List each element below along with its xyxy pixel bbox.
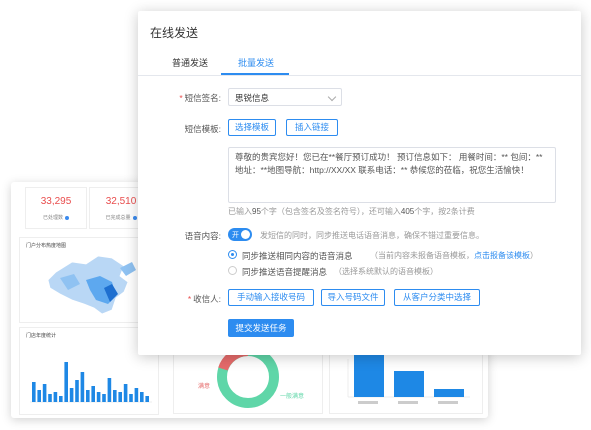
signature-select[interactable]: 思锐信息 xyxy=(228,88,342,106)
character-count: 已输入95个字（包含签名及签名符号），还可输入405个字，按2条计费 xyxy=(228,207,475,216)
bar xyxy=(32,382,36,402)
bar xyxy=(123,384,128,402)
voice-toggle[interactable]: 开 xyxy=(228,228,252,241)
bar xyxy=(37,390,41,402)
bar xyxy=(75,380,79,402)
stat-value: 33,295 xyxy=(40,196,72,207)
active-tab-indicator xyxy=(221,73,289,75)
recipients-label: * 收信人: xyxy=(187,294,221,304)
radio-same-content[interactable] xyxy=(228,250,237,259)
radio-reminder[interactable] xyxy=(228,266,237,275)
radio-same-content-hint: （当前内容未报备语音模板，点击报备该模板） xyxy=(370,251,538,260)
remaining-count: 405 xyxy=(400,207,415,216)
send-dialog: 在线发送 普通发送 批量发送 * 短信签名: 思锐信息 短信模板: 选择模板 插入… xyxy=(138,11,581,355)
bar xyxy=(113,390,117,402)
info-icon xyxy=(65,215,69,220)
bar xyxy=(129,394,133,402)
radio-reminder-hint: （选择系统默认的语音模板） xyxy=(334,267,438,276)
chevron-down-icon xyxy=(327,92,337,102)
bar xyxy=(53,392,58,402)
column-chart-graphic xyxy=(347,355,470,404)
stat-label: 已处理数 xyxy=(42,215,63,221)
required-mark: * xyxy=(187,294,192,304)
report-template-link[interactable]: 点击报备该模板 xyxy=(474,251,530,260)
typed-count: 95 xyxy=(252,207,261,216)
donut-chart-graphic xyxy=(217,353,279,408)
toggle-knob xyxy=(241,230,250,239)
radio-reminder-label[interactable]: 同步推送语音提醒消息 xyxy=(242,266,327,278)
bar xyxy=(59,396,63,402)
bar xyxy=(91,386,95,402)
bar xyxy=(118,392,122,402)
bar xyxy=(80,372,85,402)
pie-right-label: 一般满意 xyxy=(280,394,305,400)
select-template-button[interactable]: 选择模板 xyxy=(228,119,276,136)
dialog-title: 在线发送 xyxy=(150,26,199,40)
stat-label: 已完成总量 xyxy=(105,215,131,221)
bar xyxy=(48,394,52,402)
column-panel xyxy=(329,352,483,414)
voice-hint: 发短信的同时，同步推送电话语音消息，确保不错过重要信息。 xyxy=(260,231,484,240)
select-from-category-button[interactable]: 从客户分类中选择 xyxy=(394,289,480,306)
pie-left-label: 满意 xyxy=(198,384,211,390)
signature-value: 思锐信息 xyxy=(235,93,270,103)
tab-batch-send[interactable]: 批量发送 xyxy=(238,56,274,69)
message-textarea[interactable]: 尊敬的贵宾您好！您已在**餐厅预订成功！ 预订信息如下： 用餐时间：** 包间：… xyxy=(228,147,556,203)
radio-same-content-label[interactable]: 同步推送相同内容的语音消息 xyxy=(242,250,353,262)
bar xyxy=(107,378,112,402)
manual-input-button[interactable]: 手动输入接收号码 xyxy=(228,289,314,306)
toggle-on-text: 开 xyxy=(232,232,239,239)
required-mark: * xyxy=(179,93,183,103)
bar xyxy=(64,362,68,402)
stat-card-processed: 33,295 已处理数 xyxy=(25,187,87,229)
bar xyxy=(69,388,74,402)
tab-normal-send[interactable]: 普通发送 xyxy=(172,56,208,69)
tab-bar: 普通发送 批量发送 xyxy=(138,51,581,76)
import-file-button[interactable]: 导入号码文件 xyxy=(321,289,385,306)
bar xyxy=(102,394,106,402)
pie-panel: 满意 一般满意 xyxy=(173,352,323,414)
template-label: 短信模板: xyxy=(184,124,221,134)
submit-task-button[interactable]: 提交发送任务 xyxy=(228,319,294,337)
info-icon xyxy=(132,215,137,220)
bar xyxy=(96,392,101,402)
bar xyxy=(140,392,144,402)
insert-link-button[interactable]: 插入链接 xyxy=(286,119,338,136)
bar xyxy=(134,388,139,402)
bar xyxy=(145,396,149,402)
signature-label: * 短信签名: xyxy=(179,93,221,103)
bar xyxy=(86,390,90,402)
voice-label: 语音内容: xyxy=(184,231,221,241)
bar xyxy=(42,384,47,402)
